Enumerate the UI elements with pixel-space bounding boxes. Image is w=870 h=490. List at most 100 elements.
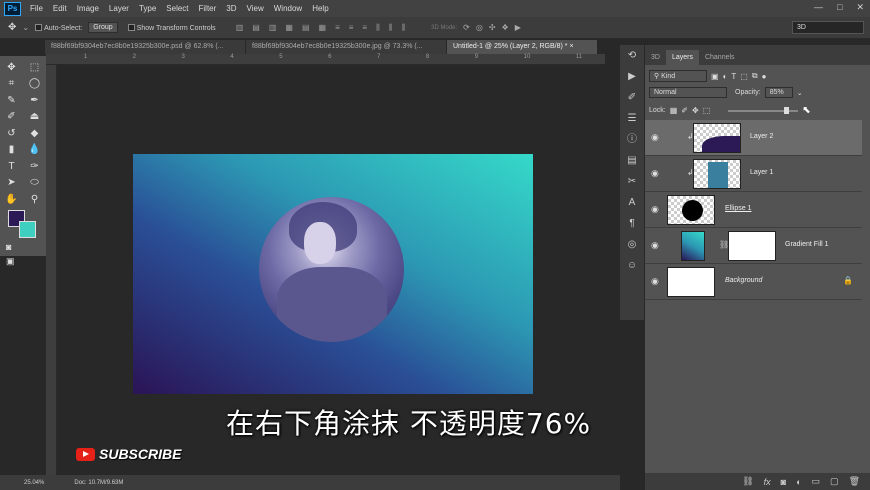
layer-row[interactable]: ◉ Ellipse 1 [645,192,862,228]
filter-adjustment-icon[interactable]: ◐ [723,72,728,81]
mask-icon[interactable]: ◙ [781,477,786,487]
history-icon[interactable]: ⟲ [620,45,644,66]
layer-name[interactable]: Background [725,277,762,284]
tools-icon[interactable]: ✂ [620,171,644,192]
chevron-down-icon[interactable]: ⌄ [797,89,803,97]
paragraph-icon[interactable]: ¶ [620,213,644,234]
distribute-icon[interactable]: ≡ [362,23,367,33]
maximize-button[interactable]: □ [837,2,842,13]
kind-filter-dropdown[interactable]: ⚲ Kind [649,70,707,82]
quick-mask-icon[interactable]: ◙ [6,242,11,252]
filter-shape-icon[interactable]: ⬚ [740,72,748,81]
auto-select-dropdown[interactable]: Group [88,22,118,33]
actions-icon[interactable]: ▶ [620,66,644,87]
tab-channels[interactable]: Channels [699,50,741,65]
blend-mode-dropdown[interactable]: Normal [649,87,727,98]
visibility-eye-icon[interactable]: ◉ [651,132,659,143]
menu-file[interactable]: File [25,4,48,13]
background-color[interactable] [19,221,36,238]
minimize-button[interactable]: — [814,2,823,13]
brush-presets-icon[interactable]: ✐ [620,87,644,108]
history-brush-icon[interactable]: ↺ [0,128,23,139]
new-layer-icon[interactable]: ▢ [830,476,839,487]
brush-tool-icon[interactable]: ✐ [0,111,23,122]
blur-tool-icon[interactable]: 💧 [23,144,46,155]
menu-layer[interactable]: Layer [104,4,134,13]
distribute-icon[interactable]: ⫼ [376,23,380,33]
align-left-icon[interactable]: ▦ [285,23,293,33]
3d-scale-icon[interactable]: ▶ [515,23,521,32]
menu-help[interactable]: Help [307,4,333,13]
opacity-slider[interactable] [728,106,799,114]
path-select-icon[interactable]: ➤ [0,177,23,188]
3d-slide-icon[interactable]: ❖ [502,23,509,32]
tab-untitled[interactable]: Untitled-1 @ 25% (Layer 2, RGB/8) * × [447,40,597,54]
screen-mode-icon[interactable]: ▣ [6,256,15,267]
3d-rotate-icon[interactable]: ⟳ [463,23,470,32]
align-hcenter-icon[interactable]: ▤ [302,23,310,33]
tab-layers[interactable]: Layers [665,50,699,65]
visibility-eye-icon[interactable]: ◉ [651,240,659,251]
tool-preset-chevron-icon[interactable]: ⌄ [22,23,29,32]
move-tool-icon[interactable]: ✥ [0,62,23,73]
zoom-tool-icon[interactable]: ⚲ [23,194,46,205]
distribute-icon[interactable]: ⫼ [389,23,393,33]
layer-name[interactable]: Ellipse 1 [725,205,751,212]
tab-jpg[interactable]: f88bf69bf9304eb7ec8b0e19325b300e.jpg @ 7… [246,40,446,54]
marquee-tool-icon[interactable]: ⬚ [23,62,46,73]
move-tool-icon[interactable]: ✥ [8,22,16,33]
menu-view[interactable]: View [242,4,269,13]
crop-tool-icon[interactable]: ⌗ [0,78,23,89]
tab-close-icon[interactable]: × [569,43,573,50]
layer-name[interactable]: Layer 1 [750,169,773,176]
quick-select-icon[interactable]: ✎ [0,95,23,106]
3d-roll-icon[interactable]: ◎ [476,23,483,32]
close-button[interactable]: ✕ [856,2,864,13]
eraser-tool-icon[interactable]: ◆ [23,128,46,139]
pen-tool-icon[interactable]: ✑ [23,161,46,172]
cc-libraries-icon[interactable]: ◎ [620,234,644,255]
hand-tool-icon[interactable]: ✋ [0,194,23,205]
zoom-level[interactable]: 25.04% [24,480,44,486]
libraries-icon[interactable]: ▤ [620,150,644,171]
type-tool-icon[interactable]: T [0,161,23,172]
slider-thumb[interactable] [784,106,790,114]
menu-select[interactable]: Select [161,4,193,13]
lock-transparent-icon[interactable]: ▦ [670,106,678,115]
link-icon[interactable]: ⛓ [742,476,753,487]
filter-pixel-icon[interactable]: ▣ [711,72,719,81]
menu-edit[interactable]: Edit [48,4,72,13]
visibility-eye-icon[interactable]: ◉ [651,276,659,287]
ellipse-tool-icon[interactable]: ⬭ [23,177,46,188]
info-icon[interactable]: ⓘ [620,129,644,150]
menu-filter[interactable]: Filter [194,4,222,13]
workspace-dropdown[interactable]: 3D [792,21,864,34]
visibility-eye-icon[interactable]: ◉ [651,168,659,179]
3d-pan-icon[interactable]: ✣ [489,23,496,32]
distribute-icon[interactable]: ≡ [349,23,354,33]
opacity-field[interactable]: 85% [764,87,793,98]
auto-select-checkbox[interactable]: Auto-Select: [35,23,82,32]
layer-row[interactable]: ◉ Background 🔒 [645,264,862,300]
fx-icon[interactable]: fx [764,477,771,487]
tab-3d[interactable]: 3D [645,50,666,65]
align-vcenter-icon[interactable]: ▤ [252,23,260,33]
character-icon[interactable]: A [620,192,644,213]
layer-row[interactable]: ◉ ↲ Layer 1 [645,156,862,192]
lock-pixels-icon[interactable]: ✐ [681,106,688,115]
filter-type-icon[interactable]: T [731,72,736,81]
filter-smart-icon[interactable]: ⧉ [752,71,758,81]
stamp-tool-icon[interactable]: ⏏ [23,111,46,122]
align-top-icon[interactable]: ▥ [236,23,244,33]
layer-row[interactable]: ◉ ↲ Layer 2 [645,120,862,156]
tab-psd[interactable]: f88bf69bf9304eb7ec8b0e19325b300e.psd @ 6… [45,40,245,54]
filter-toggle-icon[interactable]: ● [762,72,767,81]
subscribe-badge[interactable]: SUBSCRIBE [76,446,181,462]
align-right-icon[interactable]: ▦ [319,23,327,33]
menu-image[interactable]: Image [72,4,104,13]
folder-icon[interactable]: ▭ [812,476,821,487]
layer-name[interactable]: Gradient Fill 1 [785,241,829,248]
visibility-eye-icon[interactable]: ◉ [651,204,659,215]
clone-source-icon[interactable]: ☺ [620,255,644,276]
show-transform-checkbox[interactable]: Show Transform Controls [127,23,216,32]
